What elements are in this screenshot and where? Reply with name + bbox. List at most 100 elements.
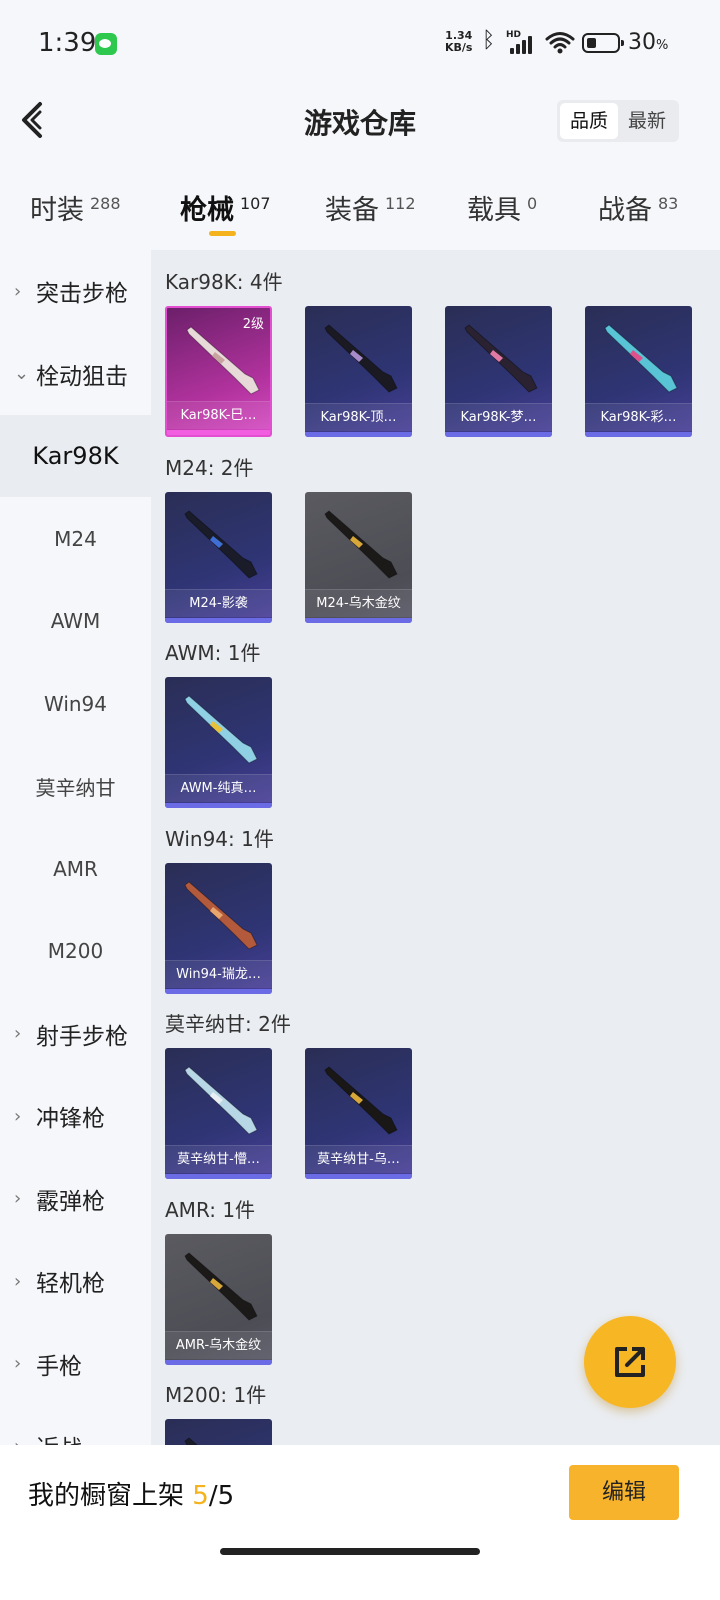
share-button[interactable] [584,1316,676,1408]
sidebar-group[interactable]: › 手枪 [0,1323,151,1405]
section-title: 莫辛纳甘: 2件 [165,1012,291,1036]
sidebar-item-label: AMR [53,856,98,881]
sidebar-item[interactable]: AMR [0,828,151,910]
sidebar-item-label: 突击步枪 [36,281,128,307]
weapon-skin-name: AWM-纯真… [165,774,272,802]
sidebar-group[interactable]: › 近战 [0,1405,151,1446]
weapon-grid: Kar98K: 4件 2级 Kar98K-巳… Kar98K-顶… Kar98K-梦… K… [151,250,720,1445]
chevron-right-icon: › [14,1023,22,1044]
chevron-right-icon: › [14,1105,22,1127]
sidebar-item[interactable]: Kar98K [0,415,151,497]
sidebar-item[interactable]: 莫辛纳甘 [0,745,151,827]
sidebar-item[interactable]: AWM [0,580,151,662]
sidebar-item-label: 霰弹枪 [36,1188,105,1215]
battery-icon [582,33,624,53]
sidebar-item-label: 手枪 [36,1353,82,1380]
weapon-skin-card[interactable]: M24-影袭 [165,491,272,623]
weapon-skin-card[interactable]: 莫辛纳甘-乌… [305,1048,412,1179]
weapon-skin-card[interactable]: Kar98K-梦… [445,306,552,437]
tab-supplies[interactable]: 战备 83 [598,188,678,227]
rifle-icon [464,324,538,393]
section-title: M200: 1件 [165,1383,267,1407]
rarity-strip [165,803,272,808]
tab-firearms[interactable]: 枪械 107 [180,188,271,227]
rarity-strip [165,1174,272,1179]
tab-count: 112 [385,194,416,213]
rarity-strip [167,430,270,435]
chevron-right-icon: › [14,1188,22,1209]
sidebar-item-label: 轻机枪 [36,1271,105,1297]
sidebar-group[interactable]: › 轻机枪 [0,1240,151,1322]
sort-option-latest[interactable]: 最新 [618,103,676,139]
rarity-strip [165,1359,272,1365]
weapon-skin-card[interactable]: Kar98K-彩… [585,306,692,437]
section-title: AWM: 1件 [165,641,261,665]
weapon-skin-name: Win94-瑞龙… [165,959,272,988]
weapon-skin-card[interactable]: AMR-乌木金纹 [165,1233,272,1365]
sidebar-item-label: Win94 [43,691,108,716]
rarity-strip [585,432,692,437]
rarity-strip [305,617,412,623]
edit-button[interactable]: 编辑 [569,1465,679,1520]
weapon-category-sidebar: › 突击步枪 ⌄ 栓动狙击 Kar98K M24 AWM Win94 莫辛纳甘 AMR M200 › 射… [0,250,151,1445]
external-link-icon [615,1347,645,1377]
tab-equipment[interactable]: 装备 112 [325,188,416,227]
battery-percent: 30% [628,30,669,55]
sidebar-group[interactable]: ⌄ 栓动狙击 [0,333,151,415]
sidebar-item-label: M24 [54,526,97,551]
weapon-skin-card[interactable]: 2级 Kar98K-巳… [165,306,272,437]
sidebar-group[interactable]: › 突击步枪 [0,250,151,332]
sidebar-group[interactable]: › 霰弹枪 [0,1158,151,1240]
status-bar: 1:39 1.34 KB/s ᛒ HD 30% [0,0,720,90]
chevron-right-icon: › [14,1270,22,1292]
weapon-skin-card[interactable]: Win94-瑞龙… [165,862,272,994]
sidebar-group[interactable]: › 射手步枪 [0,993,151,1075]
weapon-skin-name: M24-影袭 [165,588,272,617]
weapon-skin-card[interactable]: 莫辛纳甘-懵… [165,1048,272,1179]
rarity-strip [305,432,412,437]
rarity-strip [305,1174,412,1179]
network-speed-unit: KB/s [445,41,473,54]
chevron-down-icon: ⌄ [14,363,30,384]
sidebar-item[interactable]: M24 [0,498,151,580]
weapon-skin-card[interactable]: Kar98K-顶… [305,306,412,437]
weapon-skin-name: 莫辛纳甘-乌… [305,1145,412,1173]
section-title: Win94: 1件 [165,826,274,851]
tab-count: 107 [240,194,271,213]
sidebar-item-label: 栓动狙击 [36,363,128,390]
tab-vehicles[interactable]: 载具 0 [467,188,537,227]
sort-option-quality[interactable]: 品质 [560,103,618,139]
showcase-current-count: 5 [192,1481,209,1511]
sidebar-item[interactable]: M200 [0,910,151,992]
rifle-icon [184,1251,258,1321]
showcase-status: 我的橱窗上架 5/5 [28,1481,235,1511]
home-indicator [220,1548,480,1555]
category-tabs: 时装 288 枪械 107 装备 112 载具 0 战备 83 [0,180,720,250]
signal-icon [510,34,538,54]
rifle-icon [324,509,398,579]
tab-count: 83 [658,194,679,213]
sidebar-item-label: AWM [50,609,101,633]
section-title: Kar98K: 4件 [165,270,283,294]
sidebar-item-label: 冲锋枪 [36,1106,105,1132]
weapon-skin-name: Kar98K-巳… [167,401,270,429]
weapon-skin-name: Kar98K-顶… [305,403,412,431]
weapon-skin-card[interactable]: M24-乌木金纹 [305,491,412,623]
sidebar-item-label: Kar98K [32,442,119,470]
chevron-right-icon: › [14,280,22,302]
rifle-icon [184,1437,198,1445]
sidebar-group[interactable]: › 冲锋枪 [0,1075,151,1157]
level-badge: 2级 [242,317,264,332]
sidebar-item[interactable]: Win94 [0,663,151,745]
weapon-skin-card[interactable]: AWM-纯真… [165,677,272,808]
header: 游戏仓库 品质 最新 [0,90,720,160]
tab-outfits[interactable]: 时装 288 [30,188,121,227]
section-title: AMR: 1件 [165,1197,256,1222]
bluetooth-icon: ᛒ [482,28,496,53]
weapon-skin-name: AMR-乌木金纹 [165,1330,272,1359]
weapon-skin-card[interactable] [165,1419,272,1445]
chevron-right-icon: › [14,1353,22,1374]
rifle-icon [184,880,258,950]
sidebar-item-label: M200 [47,939,104,963]
bottom-bar: 我的橱窗上架 5/5 编辑 [0,1445,720,1600]
